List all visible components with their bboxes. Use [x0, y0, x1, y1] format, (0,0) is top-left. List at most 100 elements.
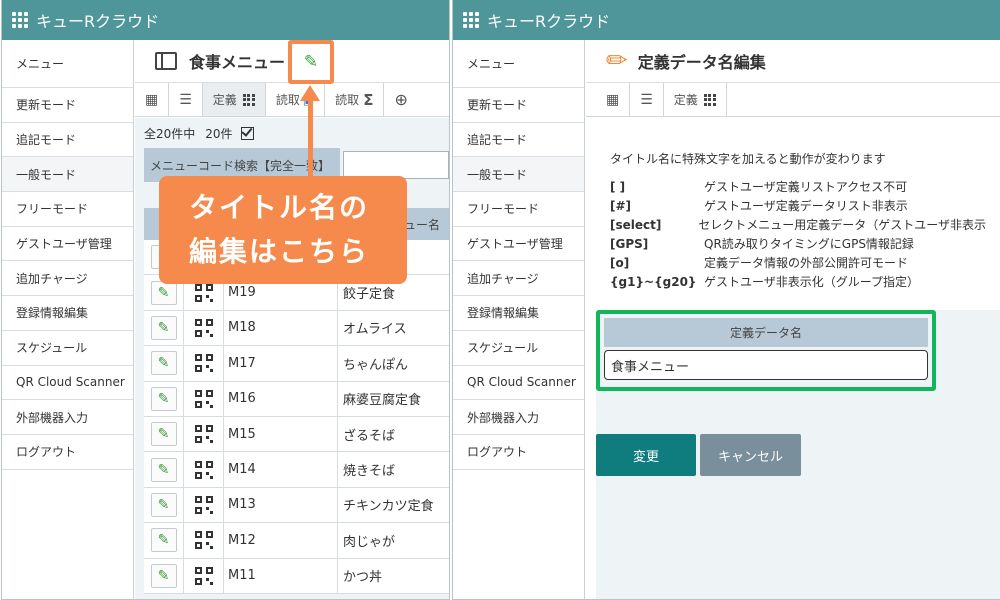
- total-count: 全20件中: [144, 126, 196, 141]
- app-grid-icon[interactable]: [12, 12, 28, 28]
- sidebar-item-guest-users[interactable]: ゲストユーザ管理: [453, 227, 584, 262]
- sidebar-item-schedule[interactable]: スケジュール: [2, 331, 133, 366]
- sidebar-item-label: フリーモード: [467, 202, 540, 217]
- qr-code-icon[interactable]: [194, 566, 213, 585]
- row-code: M17: [224, 345, 338, 381]
- qr-code-icon[interactable]: [194, 354, 213, 373]
- edit-button[interactable]: ✎: [150, 528, 177, 553]
- table-row: ✎ M13 チキンカツ定食: [144, 487, 449, 524]
- select-all-checkbox[interactable]: [240, 126, 254, 140]
- list-view-button[interactable]: ☰: [630, 83, 664, 116]
- sidebar-item-logout[interactable]: ログアウト: [2, 435, 133, 470]
- read-sum-label: 読取: [335, 93, 360, 107]
- sidebar: メニュー 更新モード 追記モード 一般モード フリーモード ゲストユーザ管理 追…: [2, 40, 134, 599]
- spec-key: [o]: [610, 255, 630, 270]
- qr-code-icon[interactable]: [194, 389, 213, 408]
- sidebar-item-general-mode[interactable]: 一般モード: [453, 157, 584, 193]
- sidebar-item-charge[interactable]: 追加チャージ: [2, 261, 133, 297]
- spec-row: [GPS] QR読み取りタイミングにGPS情報記録: [610, 234, 986, 253]
- sidebar-item-general-mode[interactable]: 一般モード: [2, 157, 133, 193]
- pencil-icon: ✎: [157, 355, 170, 372]
- sigma-icon: Σ: [363, 90, 374, 109]
- row-code: M12: [224, 522, 338, 558]
- sidebar-item-label: フリーモード: [16, 202, 89, 217]
- sidebar-item-account-edit[interactable]: 登録情報編集: [453, 296, 584, 331]
- grid-view-button[interactable]: ▦: [596, 83, 631, 116]
- edit-button[interactable]: ✎: [150, 315, 177, 340]
- qr-code-icon[interactable]: [194, 495, 213, 514]
- grid-view-icon: ▦: [145, 91, 159, 108]
- dots-grid-icon: [703, 93, 716, 106]
- definition-button[interactable]: 定義: [664, 83, 727, 116]
- sidebar-item-menu[interactable]: メニュー: [453, 40, 584, 88]
- edit-button[interactable]: ✎: [150, 563, 177, 588]
- table-row: ✎ M16 麻婆豆腐定食: [144, 381, 449, 417]
- pencil-icon: ✎: [157, 567, 170, 584]
- callout-arrow-shaft: [308, 100, 313, 178]
- page-title-bar: ✏ 定義データ名編集: [586, 40, 1000, 83]
- sidebar-item-schedule[interactable]: スケジュール: [453, 331, 584, 366]
- list-view-button[interactable]: ☰: [169, 83, 203, 116]
- spec-key: [select]: [610, 217, 662, 232]
- sidebar-item-qr-scanner[interactable]: QR Cloud Scanner: [453, 366, 584, 401]
- qr-code-icon[interactable]: [194, 460, 213, 479]
- app-grid-icon[interactable]: [463, 12, 479, 28]
- right-screenshot-pane: キューRクラウド メニュー 更新モード 追記モード 一般モード フリーモード ゲ…: [452, 0, 1000, 600]
- cancel-button[interactable]: キャンセル: [700, 434, 801, 476]
- sidebar-item-label: スケジュール: [16, 341, 88, 356]
- change-button[interactable]: 変更: [596, 434, 696, 476]
- sidebar-item-append-mode[interactable]: 追記モード: [2, 123, 133, 158]
- grid-view-button[interactable]: ▦: [135, 83, 170, 116]
- qr-code-icon[interactable]: [194, 531, 213, 550]
- sidebar-item-charge[interactable]: 追加チャージ: [453, 261, 584, 297]
- sidebar-item-label: QR Cloud Scanner: [16, 375, 125, 390]
- add-circle-icon: ⊕: [394, 90, 408, 109]
- sidebar-item-label: メニュー: [467, 57, 516, 71]
- read-sum-button[interactable]: 読取 Σ: [325, 83, 385, 116]
- row-name: 焼きそば: [343, 464, 396, 480]
- qr-code-icon[interactable]: [194, 283, 213, 302]
- sidebar-item-qr-scanner[interactable]: QR Cloud Scanner: [2, 366, 133, 401]
- sidebar-item-free-mode[interactable]: フリーモード: [453, 192, 584, 227]
- main-content: 食事メニュー ▦ ☰ 定義 読取 ▣ 読取 Σ ⊕ 全20件中 20件: [135, 40, 449, 599]
- edit-button[interactable]: ✎: [150, 351, 177, 376]
- sidebar-item-guest-users[interactable]: ゲストユーザ管理: [2, 227, 133, 262]
- edit-button[interactable]: ✎: [150, 457, 177, 482]
- qr-code-icon[interactable]: [194, 318, 213, 337]
- main-content: ✏ 定義データ名編集 ▦ ☰ 定義 タイトル名に特殊文字を加えると動作が変わりま…: [586, 40, 1000, 599]
- title-edit-pencil-button[interactable]: ✎: [288, 40, 334, 84]
- edit-button[interactable]: ✎: [150, 386, 177, 411]
- sidebar-item-free-mode[interactable]: フリーモード: [2, 192, 133, 227]
- sidebar-item-label: 追記モード: [467, 133, 528, 148]
- sidebar-item-logout[interactable]: ログアウト: [453, 435, 584, 470]
- sidebar-item-label: 登録情報編集: [467, 306, 540, 321]
- qr-code-icon[interactable]: [194, 425, 213, 444]
- definition-button[interactable]: 定義: [202, 83, 266, 116]
- sidebar-item-label: 一般モード: [467, 167, 528, 182]
- app-header: キューRクラウド: [2, 0, 449, 40]
- sidebar-item-update-mode[interactable]: 更新モード: [453, 88, 584, 123]
- row-name: かつ丼: [343, 570, 383, 586]
- sidebar-item-external-input[interactable]: 外部機器入力: [453, 400, 584, 435]
- edit-button[interactable]: ✎: [150, 422, 177, 447]
- spec-desc: 定義データ情報の外部公開許可モード: [704, 256, 909, 270]
- sidebar-item-external-input[interactable]: 外部機器入力: [2, 400, 133, 435]
- sidebar-item-append-mode[interactable]: 追記モード: [453, 123, 584, 158]
- edit-button[interactable]: ✎: [150, 492, 177, 517]
- app-title: キューRクラウド: [487, 12, 611, 31]
- add-button[interactable]: ⊕: [384, 83, 417, 116]
- definition-label: 定義: [673, 93, 698, 107]
- edit-button[interactable]: ✎: [150, 280, 177, 305]
- pencil-icon: ✎: [157, 284, 170, 301]
- sidebar-item-update-mode[interactable]: 更新モード: [2, 88, 133, 123]
- sidebar-item-label: 追加チャージ: [16, 271, 88, 286]
- definition-name-input[interactable]: 食事メニュー: [604, 350, 928, 380]
- special-chars-info: タイトル名に特殊文字を加えると動作が変わります [ ] ゲストユーザ定義リストアク…: [596, 134, 1000, 310]
- sidebar-item-menu[interactable]: メニュー: [2, 40, 133, 88]
- spec-row: [select] セレクトメニュー用定義データ（ゲストユーザ非表示: [610, 215, 986, 234]
- page-title: 定義データ名編集: [637, 53, 766, 72]
- search-input[interactable]: [343, 151, 449, 179]
- sidebar-item-account-edit[interactable]: 登録情報編集: [2, 296, 133, 331]
- table-row: ✎ M11 かつ丼: [144, 558, 449, 594]
- spec-key: [GPS]: [610, 236, 649, 251]
